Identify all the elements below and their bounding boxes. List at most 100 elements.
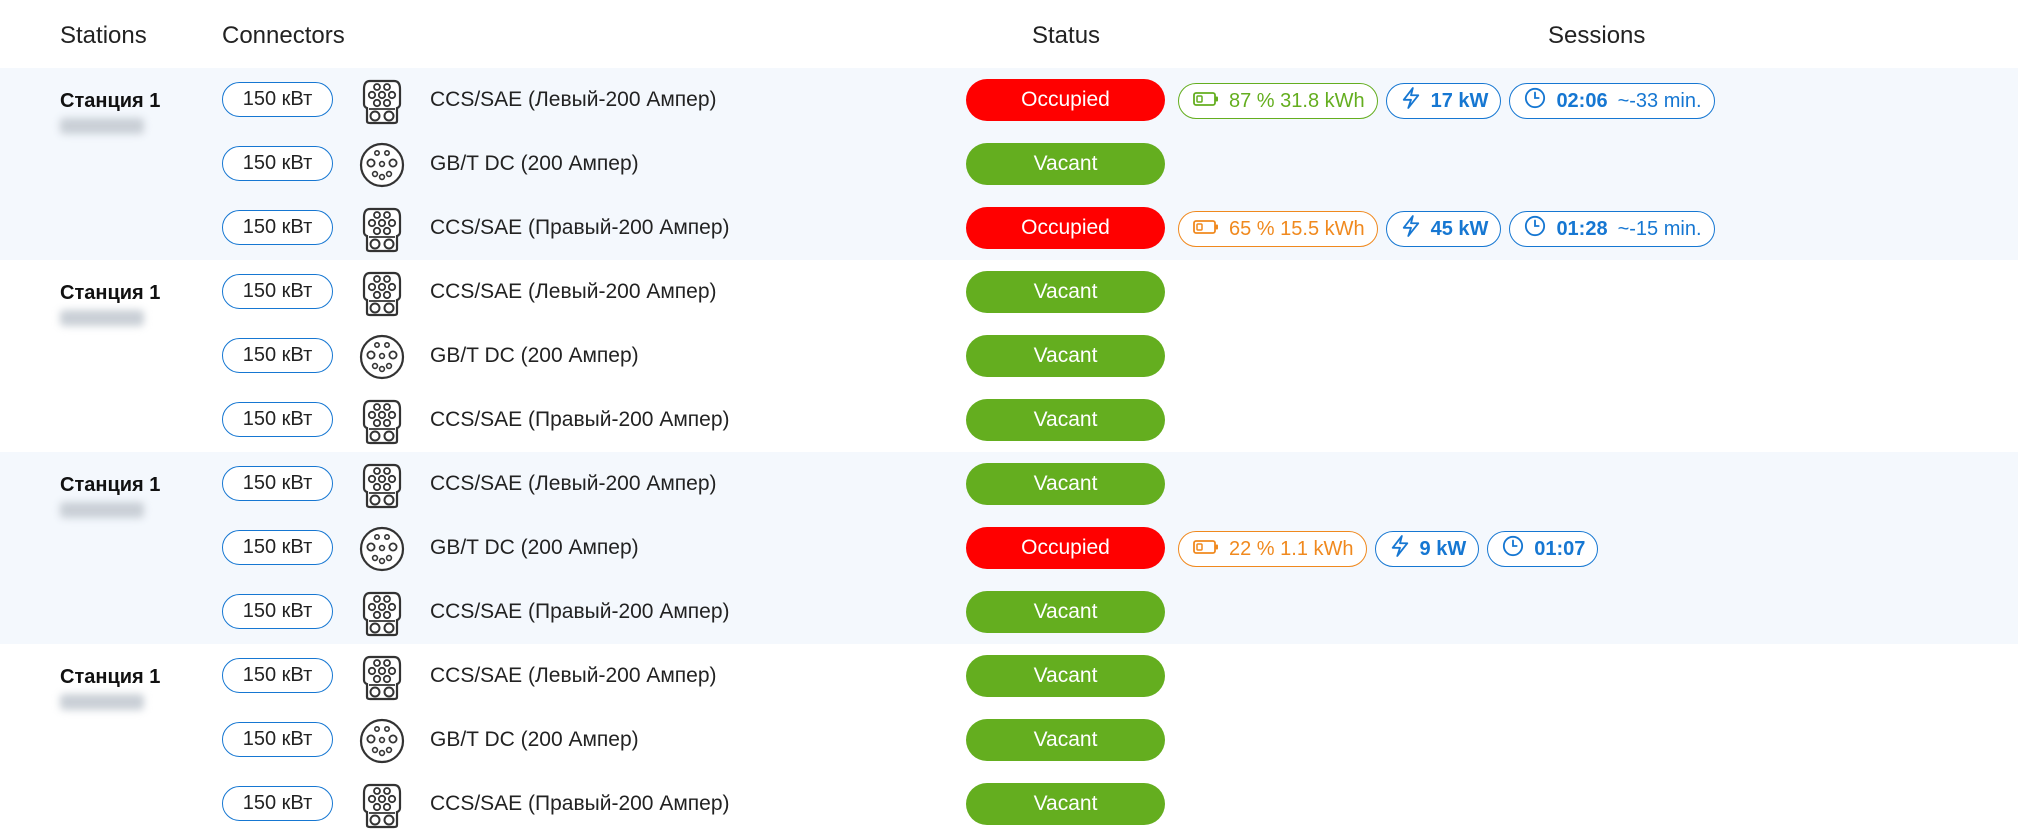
status-badge[interactable]: Occupied xyxy=(966,527,1165,569)
battery-icon xyxy=(1193,90,1219,113)
connector-row: 150 кВт CCS/SAE (Правый-200 Ампер) Vacant xyxy=(0,772,2018,836)
station-group: Станция 1 150 кВт CCS/SAE (Левый-200 Ампе… xyxy=(0,644,2018,836)
station-group: Станция 1 150 кВт CCS/SAE (Левый-200 Ампе… xyxy=(0,452,2018,644)
power-badge[interactable]: 150 кВт xyxy=(222,82,333,117)
connector-row: 150 кВт GB/T DC (200 Ампер) Occupied 22 %… xyxy=(0,516,2018,580)
session-info: 22 % 1.1 kWh 9 kW 01:07 xyxy=(1178,531,1599,567)
connector-row: 150 кВт CCS/SAE (Левый-200 Ампер) Occupie… xyxy=(0,68,2018,132)
status-badge[interactable]: Vacant xyxy=(966,399,1165,441)
power-badge[interactable]: 150 кВт xyxy=(222,466,333,501)
ccs-connector-icon xyxy=(358,589,406,637)
time-chip[interactable]: 02:06 ~-33 min. xyxy=(1509,83,1715,119)
status-badge[interactable]: Vacant xyxy=(966,143,1165,185)
connector-row: 150 кВт CCS/SAE (Правый-200 Ампер) Vacant xyxy=(0,580,2018,644)
ccs-connector-icon xyxy=(358,77,406,125)
power-badge[interactable]: 150 кВт xyxy=(222,786,333,821)
connector-name: CCS/SAE (Левый-200 Ампер) xyxy=(430,88,717,111)
connector-name: GB/T DC (200 Ампер) xyxy=(430,152,639,175)
gbt-connector-icon xyxy=(358,333,406,381)
power-badge[interactable]: 150 кВт xyxy=(222,402,333,437)
status-badge[interactable]: Occupied xyxy=(966,207,1165,249)
header-connectors[interactable]: Connectors xyxy=(222,22,345,50)
power-badge[interactable]: 150 кВт xyxy=(222,210,333,245)
clock-icon xyxy=(1524,215,1546,243)
connector-name: CCS/SAE (Правый-200 Ампер) xyxy=(430,216,730,239)
clock-icon xyxy=(1502,535,1524,563)
time-chip[interactable]: 01:07 xyxy=(1487,531,1599,567)
station-group: Станция 1 150 кВт CCS/SAE (Левый-200 Ампе… xyxy=(0,260,2018,452)
battery-text: 22 % 1.1 kWh xyxy=(1229,537,1354,560)
remaining-text: ~-15 min. xyxy=(1617,217,1702,240)
battery-chip[interactable]: 65 % 15.5 kWh xyxy=(1178,211,1378,247)
connector-row: 150 кВт GB/T DC (200 Ампер) Vacant xyxy=(0,708,2018,772)
power-badge[interactable]: 150 кВт xyxy=(222,274,333,309)
status-badge[interactable]: Vacant xyxy=(966,335,1165,377)
connector-row: 150 кВт CCS/SAE (Левый-200 Ампер) Vacant xyxy=(0,260,2018,324)
ccs-connector-icon xyxy=(358,205,406,253)
battery-chip[interactable]: 22 % 1.1 kWh xyxy=(1178,531,1367,567)
power-badge[interactable]: 150 кВт xyxy=(222,530,333,565)
battery-text: 87 % 31.8 kWh xyxy=(1229,89,1365,112)
connector-row: 150 кВт CCS/SAE (Правый-200 Ампер) Vacant xyxy=(0,388,2018,452)
gbt-connector-icon xyxy=(358,141,406,189)
connector-row: 150 кВт CCS/SAE (Левый-200 Ампер) Vacant xyxy=(0,452,2018,516)
lightning-icon xyxy=(1401,214,1421,244)
status-badge[interactable]: Vacant xyxy=(966,783,1165,825)
power-badge[interactable]: 150 кВт xyxy=(222,146,333,181)
power-chip[interactable]: 17 kW xyxy=(1385,83,1502,119)
status-badge[interactable]: Vacant xyxy=(966,655,1165,697)
session-info: 87 % 31.8 kWh 17 kW 02:06 ~-33 min. xyxy=(1178,83,1715,119)
clock-icon xyxy=(1524,87,1546,115)
ccs-connector-icon xyxy=(358,461,406,509)
gbt-connector-icon xyxy=(358,717,406,765)
battery-icon xyxy=(1193,218,1219,241)
status-badge[interactable]: Vacant xyxy=(966,591,1165,633)
connector-row: 150 кВт GB/T DC (200 Ампер) Vacant xyxy=(0,324,2018,388)
table-header: Stations Connectors Status Sessions xyxy=(0,0,2018,68)
connector-name: GB/T DC (200 Ампер) xyxy=(430,536,639,559)
power-chip[interactable]: 45 kW xyxy=(1385,211,1502,247)
connector-name: CCS/SAE (Правый-200 Ампер) xyxy=(430,792,730,815)
ccs-connector-icon xyxy=(358,397,406,445)
connector-name: CCS/SAE (Правый-200 Ампер) xyxy=(430,600,730,623)
power-badge[interactable]: 150 кВт xyxy=(222,338,333,373)
connector-name: GB/T DC (200 Ампер) xyxy=(430,344,639,367)
power-text: 9 kW xyxy=(1419,537,1467,560)
power-badge[interactable]: 150 кВт xyxy=(222,658,333,693)
status-badge[interactable]: Vacant xyxy=(966,271,1165,313)
ccs-connector-icon xyxy=(358,653,406,701)
session-info: 65 % 15.5 kWh 45 kW 01:28 ~-15 min. xyxy=(1178,211,1715,247)
header-stations[interactable]: Stations xyxy=(60,22,147,50)
connector-row: 150 кВт GB/T DC (200 Ампер) Vacant xyxy=(0,132,2018,196)
power-badge[interactable]: 150 кВт xyxy=(222,594,333,629)
time-chip[interactable]: 01:28 ~-15 min. xyxy=(1509,211,1715,247)
lightning-icon xyxy=(1390,534,1410,564)
power-text: 17 kW xyxy=(1430,89,1489,112)
remaining-text: ~-33 min. xyxy=(1617,89,1702,112)
header-sessions[interactable]: Sessions xyxy=(1548,22,1645,50)
status-badge[interactable]: Vacant xyxy=(966,719,1165,761)
time-text: 02:06 xyxy=(1556,89,1608,112)
status-badge[interactable]: Occupied xyxy=(966,79,1165,121)
power-chip[interactable]: 9 kW xyxy=(1374,531,1480,567)
lightning-icon xyxy=(1401,86,1421,116)
ccs-connector-icon xyxy=(358,269,406,317)
connector-name: GB/T DC (200 Ампер) xyxy=(430,728,639,751)
station-group: Станция 1 150 кВт CCS/SAE (Левый-200 Ампе… xyxy=(0,68,2018,260)
connector-name: CCS/SAE (Правый-200 Ампер) xyxy=(430,408,730,431)
header-status[interactable]: Status xyxy=(1032,22,1100,50)
connector-row: 150 кВт CCS/SAE (Левый-200 Ампер) Vacant xyxy=(0,644,2018,708)
connector-name: CCS/SAE (Левый-200 Ампер) xyxy=(430,472,717,495)
time-text: 01:28 xyxy=(1556,217,1608,240)
connector-row: 150 кВт CCS/SAE (Правый-200 Ампер) Occupi… xyxy=(0,196,2018,260)
battery-chip[interactable]: 87 % 31.8 kWh xyxy=(1178,83,1378,119)
status-badge[interactable]: Vacant xyxy=(966,463,1165,505)
battery-text: 65 % 15.5 kWh xyxy=(1229,217,1365,240)
gbt-connector-icon xyxy=(358,525,406,573)
time-text: 01:07 xyxy=(1534,537,1586,560)
connector-name: CCS/SAE (Левый-200 Ампер) xyxy=(430,664,717,687)
ccs-connector-icon xyxy=(358,781,406,829)
power-text: 45 kW xyxy=(1430,217,1489,240)
connector-name: CCS/SAE (Левый-200 Ампер) xyxy=(430,280,717,303)
power-badge[interactable]: 150 кВт xyxy=(222,722,333,757)
